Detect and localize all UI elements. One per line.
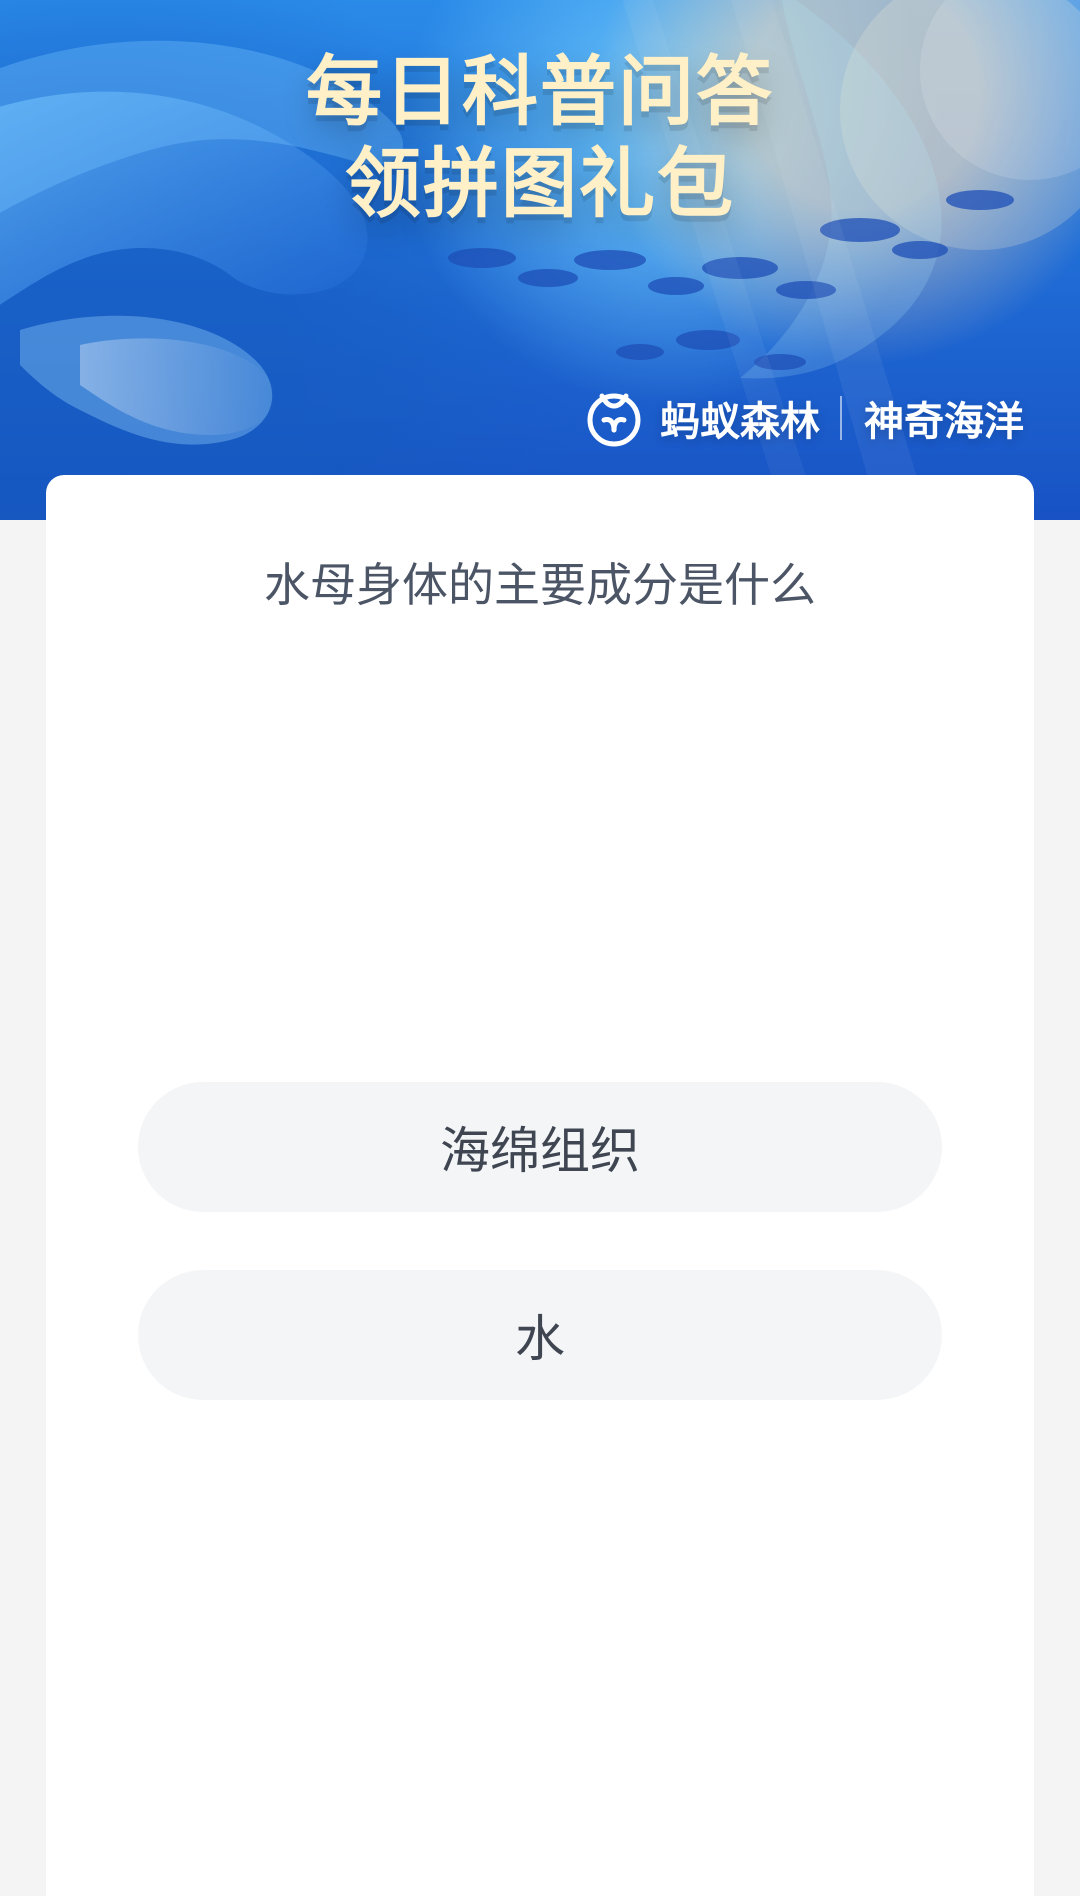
- brand-divider: [840, 396, 842, 440]
- brand-left-text: 蚂蚁森林: [660, 399, 820, 445]
- answer-option-1[interactable]: 海绵组织: [138, 1082, 942, 1212]
- brand-lockup: 蚂蚁森林 神奇海洋: [582, 382, 1024, 454]
- quiz-page: 每日科普问答 领拼图礼包 蚂蚁森林 神奇海洋 水母身体的主要成分是什么 海绵组织…: [0, 0, 1080, 1896]
- ant-forest-logo-icon: [582, 386, 646, 450]
- banner-title-line-2: 领拼图礼包: [345, 139, 735, 228]
- question-card: 水母身体的主要成分是什么 海绵组织 水: [46, 475, 1034, 1896]
- brand-right-text: 神奇海洋: [864, 399, 1024, 445]
- banner-title-line-1: 每日科普问答: [306, 47, 774, 136]
- quiz-banner: 每日科普问答 领拼图礼包 蚂蚁森林 神奇海洋: [0, 0, 1080, 520]
- banner-title: 每日科普问答 领拼图礼包: [240, 46, 840, 230]
- answer-option-2[interactable]: 水: [138, 1270, 942, 1400]
- question-text: 水母身体的主要成分是什么: [264, 558, 816, 612]
